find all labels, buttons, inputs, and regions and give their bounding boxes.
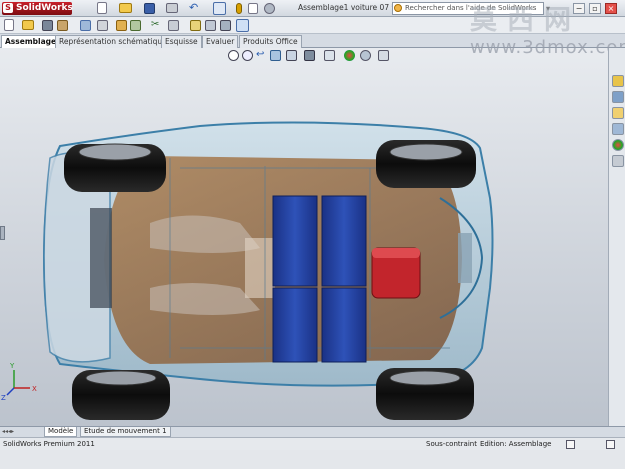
rear-light xyxy=(458,233,472,283)
battery-block-2[interactable] xyxy=(321,195,367,287)
print-icon[interactable] xyxy=(166,3,178,13)
watermark-text: 莫西网 xyxy=(470,5,581,36)
window-bottom-border xyxy=(0,450,625,469)
car-chassis-model[interactable]: X Y Z xyxy=(0,48,608,426)
resources-icon[interactable] xyxy=(612,75,624,87)
tab-evaluer[interactable]: Evaluer xyxy=(202,35,239,48)
triad-y-label: Y xyxy=(9,362,15,370)
solidworks-logo-icon: S xyxy=(3,3,13,13)
rebuild-icon[interactable] xyxy=(236,3,242,14)
open-icon[interactable] xyxy=(119,3,132,13)
close-button[interactable]: × xyxy=(605,3,617,14)
edit-appearance-icon[interactable] xyxy=(344,50,355,61)
assembly-features-icon[interactable]: ✂ xyxy=(151,20,162,31)
document-title: Assemblage1 voiture 07 * xyxy=(298,3,396,12)
design-library-icon[interactable] xyxy=(612,91,624,103)
rim-rear-right xyxy=(389,370,461,386)
rim-rear-left xyxy=(389,143,463,161)
hide-show-icon[interactable] xyxy=(324,50,335,61)
graphics-area[interactable]: X Y Z xyxy=(0,48,608,426)
smart-fasteners-icon[interactable] xyxy=(97,20,108,31)
bill-of-materials-icon[interactable] xyxy=(205,20,216,31)
restore-button[interactable]: ▫ xyxy=(589,3,601,14)
previous-view-icon[interactable]: ↩ xyxy=(256,50,267,61)
rim-front-right xyxy=(85,370,157,386)
insert-component-icon[interactable] xyxy=(42,20,53,31)
tab-esquisse[interactable]: Esquisse xyxy=(161,35,202,48)
tab-assemblage[interactable]: Assemblage xyxy=(1,35,61,48)
custom-props-icon[interactable] xyxy=(612,155,624,167)
display-style-icon[interactable] xyxy=(304,50,315,61)
new-icon[interactable] xyxy=(97,2,107,14)
new-doc-icon[interactable] xyxy=(4,19,14,31)
triad-x-label: X xyxy=(32,385,37,393)
search-icon xyxy=(394,4,402,12)
appearances-icon[interactable] xyxy=(612,139,624,151)
motor-block-top xyxy=(372,248,420,258)
triad-z-label: Z xyxy=(1,394,6,402)
exploded-view-icon[interactable] xyxy=(220,20,231,31)
file-explorer-icon[interactable] xyxy=(612,107,624,119)
file-props-icon[interactable] xyxy=(248,3,258,14)
zoom-area-icon[interactable] xyxy=(242,50,253,61)
view-orientation-icon[interactable] xyxy=(286,50,297,61)
select-icon[interactable] xyxy=(213,2,226,15)
center-console xyxy=(245,238,275,298)
view-palette-icon[interactable] xyxy=(612,123,624,135)
task-pane xyxy=(608,48,625,426)
view-settings-icon[interactable] xyxy=(378,50,389,61)
open-doc-icon[interactable] xyxy=(22,20,34,30)
heads-up-view-toolbar: ↩ xyxy=(228,50,398,63)
instant3d-icon[interactable] xyxy=(236,19,249,32)
logo-text: SolidWorks xyxy=(16,3,73,13)
status-help-icon[interactable] xyxy=(566,440,575,449)
linear-pattern-icon[interactable] xyxy=(80,20,91,31)
show-hidden-icon[interactable] xyxy=(130,20,141,31)
feature-manager-toggle[interactable] xyxy=(0,226,5,240)
triad-z-axis xyxy=(6,387,15,396)
reference-geometry-icon[interactable] xyxy=(168,20,179,31)
status-bar: SolidWorks Premium 2011 Sous-contraint E… xyxy=(0,437,625,450)
watermark-url: www.3dmox.com xyxy=(470,37,625,58)
section-view-icon[interactable] xyxy=(270,50,281,61)
apply-scene-icon[interactable] xyxy=(360,50,371,61)
front-radiator xyxy=(90,208,112,308)
mate-icon[interactable] xyxy=(57,20,68,31)
undo-icon[interactable]: ↶ xyxy=(189,2,200,13)
status-options-icon[interactable] xyxy=(606,440,615,449)
tab-produits-office[interactable]: Produits Office xyxy=(239,35,302,48)
status-edit-mode: Edition: Assemblage xyxy=(480,440,552,448)
save-icon[interactable] xyxy=(144,3,155,14)
zoom-fit-icon[interactable] xyxy=(228,50,239,61)
battery-block-4[interactable] xyxy=(321,287,367,363)
tab-modele[interactable]: Modèle xyxy=(44,427,78,437)
status-constraint: Sous-contraint xyxy=(426,440,477,448)
tab-representation-schematique[interactable]: Représentation schématique xyxy=(55,35,171,48)
scroll-arrows-icon[interactable]: ◂◂◂▸ xyxy=(2,428,14,435)
new-motion-study-icon[interactable] xyxy=(190,20,201,31)
battery-block-3[interactable] xyxy=(272,287,318,363)
move-component-icon[interactable] xyxy=(116,20,127,31)
tab-etude-de-mouvement[interactable]: Etude de mouvement 1 xyxy=(80,427,171,437)
battery-block-1[interactable] xyxy=(272,195,318,287)
status-product: SolidWorks Premium 2011 xyxy=(3,440,95,448)
options-icon[interactable] xyxy=(264,3,275,14)
bottom-tabs: ◂◂◂▸ Modèle Etude de mouvement 1 xyxy=(0,426,625,437)
rim-front-left xyxy=(78,143,152,161)
